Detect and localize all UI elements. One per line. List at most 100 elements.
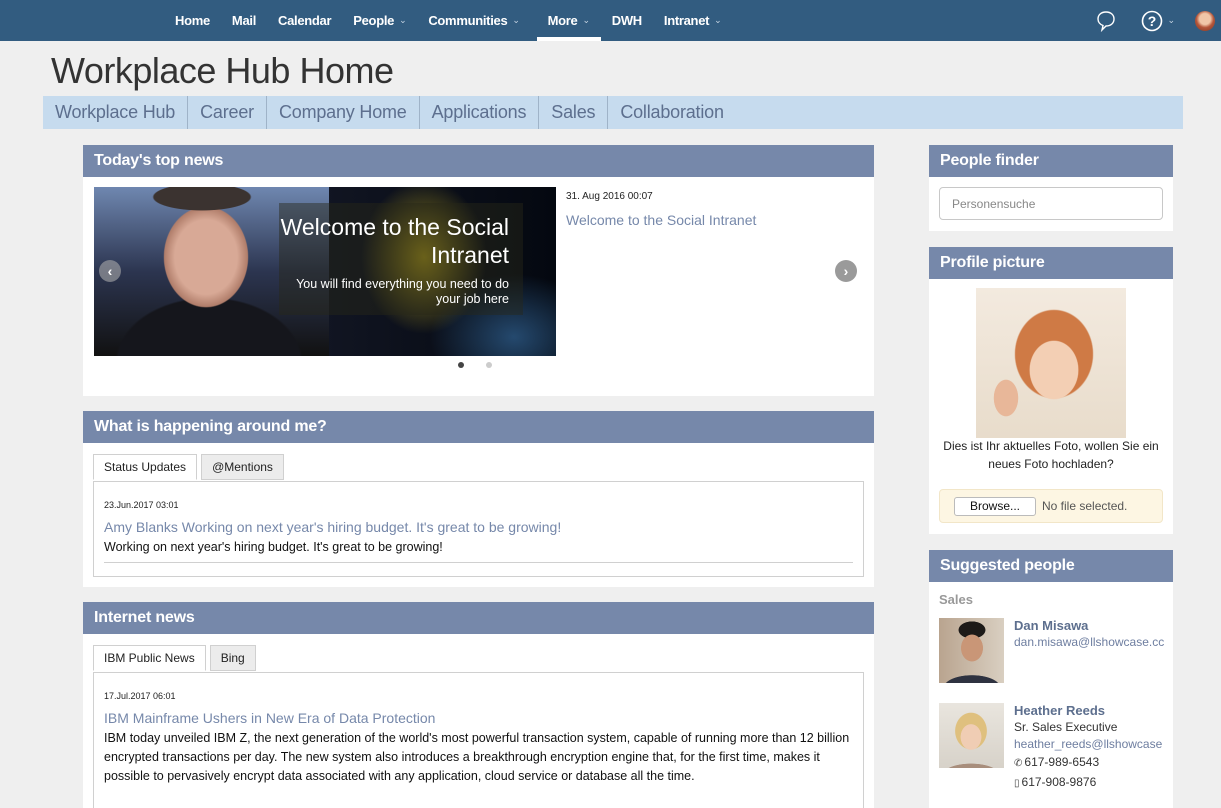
news-headline-link[interactable]: Welcome to the Social Intranet — [566, 212, 756, 228]
help-menu[interactable]: ? ⌄ — [1141, 10, 1175, 32]
global-nav: Home Mail Calendar People ⌄ Communities ⌄ … — [164, 0, 732, 41]
tab-ibm-public-news[interactable]: IBM Public News — [93, 645, 206, 671]
nav-label: People — [353, 13, 395, 28]
panel-title: People finder — [929, 145, 1173, 177]
nav-label: Home — [175, 13, 210, 28]
panel-title: Suggested people — [929, 550, 1173, 582]
mobile-number: 617-908-9876 — [1021, 775, 1097, 789]
subnav-applications[interactable]: Applications — [420, 96, 540, 129]
profile-photo — [976, 288, 1126, 438]
suggested-people-panel: Suggested people Sales Dan Misawa dan.mi… — [929, 550, 1173, 808]
chevron-left-icon: ‹ — [107, 263, 113, 279]
activity-tabs: Status Updates @Mentions — [93, 454, 288, 480]
entry-divider — [104, 562, 853, 563]
carousel-prev-button[interactable]: ‹ — [99, 260, 121, 282]
person-mobile: ▯ 617-908-9876 — [1014, 773, 1164, 793]
nav-label: More — [547, 13, 578, 28]
chevron-right-icon: › — [843, 263, 849, 279]
nav-label: Intranet — [663, 13, 710, 28]
carousel-indicators — [458, 362, 492, 368]
browse-button[interactable]: Browse... — [954, 496, 1036, 516]
slide-caption-title: Welcome to the Social Intranet — [280, 214, 509, 268]
group-label: Sales — [939, 592, 973, 607]
carousel-dot-1[interactable] — [458, 362, 464, 368]
person-photo[interactable] — [939, 703, 1004, 768]
subnav-career[interactable]: Career — [188, 96, 267, 129]
phone-number: 617-989-6543 — [1024, 755, 1100, 769]
news-tabs: IBM Public News Bing — [93, 645, 260, 671]
person-info: Heather Reeds Sr. Sales Executive heathe… — [1014, 703, 1164, 793]
panel-title: Today's top news — [83, 145, 874, 177]
speech-bubble-icon[interactable] — [1096, 10, 1116, 32]
tab-mentions[interactable]: @Mentions — [201, 454, 284, 480]
person-title: Sr. Sales Executive — [1014, 720, 1118, 734]
chevron-down-icon: ⌄ — [512, 15, 520, 25]
profile-photo-prompt: Dies ist Ihr aktuelles Foto, wollen Sie … — [943, 439, 1159, 471]
person-email[interactable]: heather_reeds@llshowcase — [1014, 736, 1164, 753]
nav-label: Mail — [231, 13, 257, 28]
person-photo[interactable] — [939, 618, 1004, 683]
top-navigation-bar: Home Mail Calendar People ⌄ Communities ⌄ … — [0, 0, 1221, 41]
nav-label: Communities — [428, 13, 508, 28]
entry-text: Working on next year's hiring budget. It… — [104, 540, 443, 554]
subnav-sales[interactable]: Sales — [539, 96, 609, 129]
carousel-next-button[interactable]: › — [835, 260, 857, 282]
tab-bing[interactable]: Bing — [209, 645, 256, 671]
news-date: 31. Aug 2016 00:07 — [566, 191, 653, 202]
file-status: No file selected. — [1042, 499, 1128, 513]
people-finder-panel: People finder — [929, 145, 1173, 231]
nav-label: Calendar — [278, 13, 332, 28]
person-name[interactable]: Heather Reeds — [1014, 703, 1164, 719]
nav-people[interactable]: People ⌄ — [342, 0, 417, 41]
subnav-collaboration[interactable]: Collaboration — [608, 96, 735, 129]
person-email[interactable]: dan.misawa@llshowcase.cc — [1014, 634, 1164, 651]
file-upload: Browse... No file selected. — [939, 489, 1163, 523]
people-search-input[interactable] — [939, 187, 1163, 220]
entry-date: 23.Jun.2017 03:01 — [104, 500, 179, 510]
svg-text:?: ? — [1148, 13, 1157, 29]
nav-dwh[interactable]: DWH — [601, 0, 653, 41]
help-icon: ? — [1142, 10, 1163, 31]
nav-communities[interactable]: Communities ⌄ — [417, 0, 530, 41]
entry-link[interactable]: IBM Mainframe Ushers in New Era of Data … — [104, 710, 435, 726]
nav-intranet[interactable]: Intranet ⌄ — [653, 0, 733, 41]
subnav-workplace-hub[interactable]: Workplace Hub — [43, 96, 189, 129]
person-name[interactable]: Dan Misawa — [1014, 618, 1164, 634]
nav-label: DWH — [611, 13, 642, 28]
page-title: Workplace Hub Home — [51, 50, 394, 91]
person-card: Dan Misawa dan.misawa@llshowcase.cc — [939, 618, 1173, 684]
slide-caption-subtitle: You will find everything you need to do … — [296, 277, 509, 306]
profile-picture-panel: Profile picture Dies ist Ihr aktuelles F… — [929, 247, 1173, 534]
activity-panel: What is happening around me? Status Upda… — [83, 411, 874, 587]
panel-title: Internet news — [83, 602, 874, 634]
mobile-phone-icon: ▯ — [1014, 778, 1020, 789]
top-news-panel: Today's top news Welcome to the Social I… — [83, 145, 874, 396]
phone-icon: ✆ — [1014, 758, 1023, 769]
carousel-slide-image[interactable]: Welcome to the Social Intranet You will … — [94, 187, 556, 356]
activity-feed: 23.Jun.2017 03:01 Amy Blanks Working on … — [93, 481, 864, 577]
user-avatar[interactable] — [1195, 10, 1215, 31]
entry-link[interactable]: Amy Blanks Working on next year's hiring… — [104, 519, 561, 535]
chevron-down-icon: ⌄ — [714, 15, 722, 25]
nav-calendar[interactable]: Calendar — [267, 0, 342, 41]
tab-status-updates[interactable]: Status Updates — [93, 454, 198, 480]
sub-navigation: Workplace Hub Career Company Home Applic… — [43, 96, 1183, 129]
person-info: Dan Misawa dan.misawa@llshowcase.cc — [1014, 618, 1164, 651]
nav-mail[interactable]: Mail — [221, 0, 267, 41]
internet-news-panel: Internet news IBM Public News Bing 17.Ju… — [83, 602, 874, 808]
top-right-actions: ? ⌄ — [1096, 0, 1221, 41]
chevron-down-icon: ⌄ — [582, 15, 590, 25]
person-card: Heather Reeds Sr. Sales Executive heathe… — [939, 703, 1173, 803]
entry-text: IBM today unveiled IBM Z, the next gener… — [104, 731, 850, 783]
panel-title: Profile picture — [929, 247, 1173, 279]
nav-more[interactable]: More ⌄ — [536, 0, 601, 41]
news-feed: 17.Jul.2017 06:01 IBM Mainframe Ushers i… — [93, 672, 864, 808]
chevron-down-icon: ⌄ — [1167, 15, 1175, 25]
carousel-dot-2[interactable] — [486, 362, 492, 368]
entry-date: 17.Jul.2017 06:01 — [104, 691, 176, 701]
panel-title: What is happening around me? — [83, 411, 874, 443]
subnav-company-home[interactable]: Company Home — [267, 96, 420, 129]
nav-home[interactable]: Home — [164, 0, 221, 41]
chevron-down-icon: ⌄ — [399, 15, 407, 25]
person-phone: ✆ 617-989-6543 — [1014, 753, 1164, 773]
